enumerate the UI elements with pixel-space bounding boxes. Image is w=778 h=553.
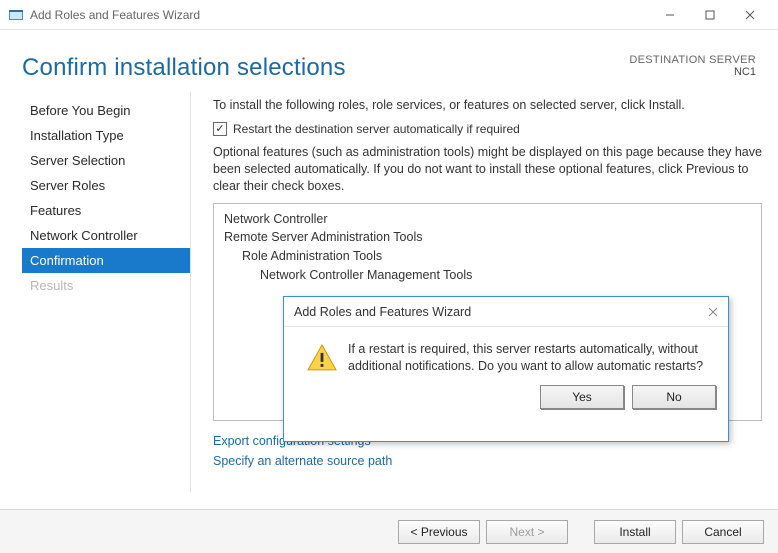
sidebar-item-label: Confirmation bbox=[30, 253, 104, 268]
checkbox-icon: ✓ bbox=[213, 122, 227, 136]
sidebar-item-label: Network Controller bbox=[30, 228, 138, 243]
restart-checkbox-label: Restart the destination server automatic… bbox=[233, 122, 520, 136]
minimize-button[interactable] bbox=[650, 1, 690, 29]
optional-features-text: Optional features (such as administratio… bbox=[213, 144, 762, 195]
dialog-message: If a restart is required, this server re… bbox=[348, 341, 712, 375]
dialog-body: If a restart is required, this server re… bbox=[284, 327, 728, 381]
sidebar-item-server-roles[interactable]: Server Roles bbox=[22, 173, 190, 198]
sidebar-item-installation-type[interactable]: Installation Type bbox=[22, 123, 190, 148]
sidebar-item-label: Features bbox=[30, 203, 81, 218]
sidebar-item-label: Installation Type bbox=[30, 128, 124, 143]
header-area: Confirm installation selections DESTINAT… bbox=[0, 30, 778, 92]
feature-item: Role Administration Tools bbox=[224, 247, 751, 266]
wizard-sidebar: Before You Begin Installation Type Serve… bbox=[22, 92, 190, 492]
restart-confirm-dialog: Add Roles and Features Wizard If a resta… bbox=[283, 296, 729, 442]
page-title: Confirm installation selections bbox=[22, 54, 346, 82]
sidebar-item-server-selection[interactable]: Server Selection bbox=[22, 148, 190, 173]
dialog-titlebar: Add Roles and Features Wizard bbox=[284, 297, 728, 327]
close-button[interactable] bbox=[730, 1, 770, 29]
sidebar-item-confirmation[interactable]: Confirmation bbox=[22, 248, 190, 273]
close-icon bbox=[745, 10, 755, 20]
sidebar-item-label: Server Selection bbox=[30, 153, 125, 168]
warning-icon bbox=[306, 341, 338, 375]
install-button[interactable]: Install bbox=[594, 520, 676, 544]
dialog-close-button[interactable] bbox=[708, 304, 718, 320]
destination-label: DESTINATION SERVER bbox=[629, 54, 756, 66]
alternate-source-link[interactable]: Specify an alternate source path bbox=[213, 451, 762, 471]
feature-item: Remote Server Administration Tools bbox=[224, 228, 751, 247]
sidebar-item-network-controller[interactable]: Network Controller bbox=[22, 223, 190, 248]
next-button: Next > bbox=[486, 520, 568, 544]
minimize-icon bbox=[665, 10, 675, 20]
sidebar-item-label: Results bbox=[30, 278, 73, 293]
titlebar: Add Roles and Features Wizard bbox=[0, 0, 778, 30]
intro-text: To install the following roles, role ser… bbox=[213, 98, 762, 112]
sidebar-item-features[interactable]: Features bbox=[22, 198, 190, 223]
previous-button[interactable]: < Previous bbox=[398, 520, 480, 544]
dialog-footer: Yes No bbox=[284, 381, 728, 419]
feature-item: Network Controller Management Tools bbox=[224, 266, 751, 285]
no-button[interactable]: No bbox=[632, 385, 716, 409]
sidebar-item-label: Server Roles bbox=[30, 178, 105, 193]
maximize-button[interactable] bbox=[690, 1, 730, 29]
sidebar-item-results: Results bbox=[22, 273, 190, 298]
window-title: Add Roles and Features Wizard bbox=[30, 8, 200, 22]
feature-item: Network Controller bbox=[224, 210, 751, 229]
sidebar-item-label: Before You Begin bbox=[30, 103, 130, 118]
yes-button[interactable]: Yes bbox=[540, 385, 624, 409]
destination-block: DESTINATION SERVER NC1 bbox=[629, 54, 756, 82]
footer-bar: < Previous Next > Install Cancel bbox=[0, 509, 778, 553]
restart-checkbox-row[interactable]: ✓ Restart the destination server automat… bbox=[213, 122, 762, 136]
app-icon bbox=[8, 7, 24, 23]
dialog-title: Add Roles and Features Wizard bbox=[294, 305, 471, 319]
sidebar-item-before-you-begin[interactable]: Before You Begin bbox=[22, 98, 190, 123]
maximize-icon bbox=[705, 10, 715, 20]
close-icon bbox=[708, 307, 718, 317]
destination-value: NC1 bbox=[629, 66, 756, 78]
cancel-button[interactable]: Cancel bbox=[682, 520, 764, 544]
